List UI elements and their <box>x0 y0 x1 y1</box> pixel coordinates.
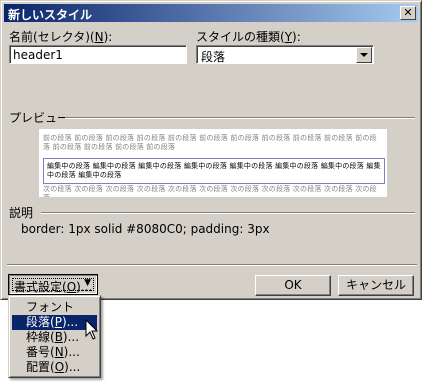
title-bar[interactable]: 新しいスタイル ✕ <box>4 4 418 22</box>
window-title: 新しいスタイル <box>8 8 93 22</box>
format-button-label: 書式設定(O)... <box>14 280 93 294</box>
cancel-button[interactable]: キャンセル <box>338 275 414 296</box>
preview-label: プレビュー <box>9 111 70 125</box>
preview-next-paragraph: 次の段落 次の段落 次の段落 次の段落 次の段落 次の段落 次の段落 次の段落 … <box>43 185 377 197</box>
menu-item-position[interactable]: 配置(O)... <box>12 360 97 375</box>
description-text: border: 1px solid #8080C0; padding: 3px <box>21 222 270 236</box>
preview-current-paragraph: 編集中の段落 編集中の段落 編集中の段落 編集中の段落 編集中の段落 編集中の段… <box>43 158 385 184</box>
description-divider <box>41 212 415 214</box>
style-type-value: 段落 <box>201 50 226 64</box>
preview-pane: 前の段落 前の段落 前の段落 前の段落 前の段落 前の段落 前の段落 前の段落 … <box>39 129 387 197</box>
close-icon: ✕ <box>403 6 413 19</box>
menu-item-font[interactable]: フォント(F)... <box>12 300 97 329</box>
format-button[interactable]: 書式設定(O)... ▼ <box>8 274 98 295</box>
style-type-label: スタイルの種類(Y): <box>196 30 301 44</box>
name-input-value: header1 <box>13 48 63 62</box>
chevron-down-icon[interactable] <box>356 47 372 63</box>
style-type-select[interactable]: 段落 <box>196 45 374 64</box>
mouse-pointer-icon <box>85 319 99 340</box>
ok-button[interactable]: OK <box>255 275 331 296</box>
description-label: 説明 <box>9 206 34 220</box>
close-button[interactable]: ✕ <box>400 6 416 20</box>
preview-prev-paragraph: 前の段落 前の段落 前の段落 前の段落 前の段落 前の段落 前の段落 前の段落 … <box>43 134 377 151</box>
new-style-dialog: 新しいスタイル ✕ 名前(セレクタ)(N): header1 スタイルの種類(Y… <box>0 0 422 300</box>
button-row-divider <box>7 264 417 266</box>
name-field-label: 名前(セレクタ)(N): <box>9 30 113 44</box>
preview-divider <box>65 117 415 119</box>
menu-item-numbering[interactable]: 番号(N)... <box>12 345 97 360</box>
dropdown-arrow-icon: ▼ <box>84 278 91 288</box>
name-input[interactable]: header1 <box>9 45 187 64</box>
